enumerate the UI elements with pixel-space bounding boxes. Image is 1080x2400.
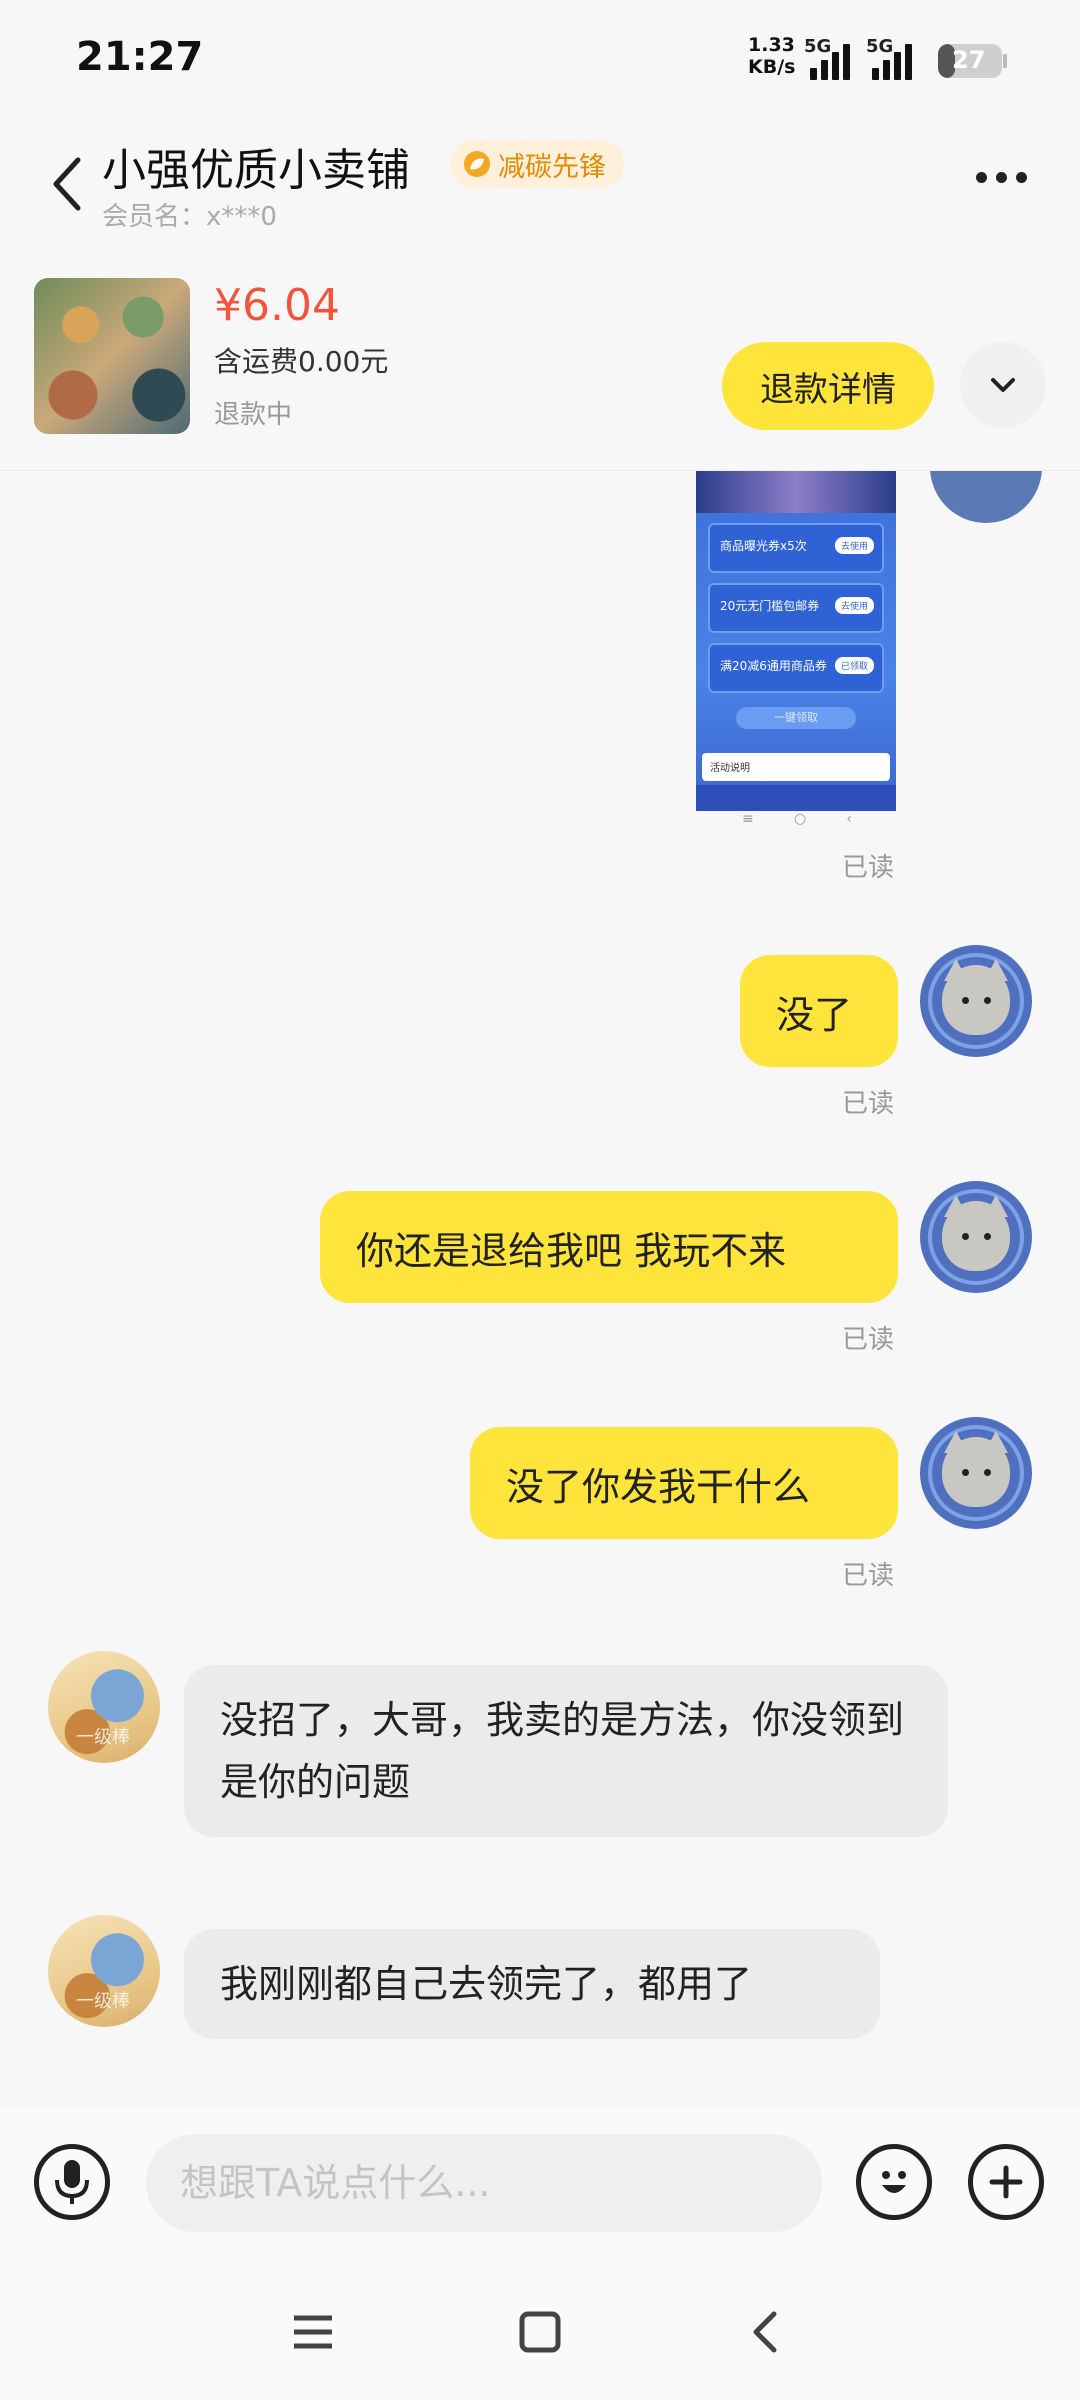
- seller-avatar[interactable]: 一级棒: [48, 1915, 160, 2027]
- message-bubble-other[interactable]: 没招了，大哥，我卖的是方法，你没领到是你的问题: [184, 1665, 948, 1837]
- message-bubble-me[interactable]: 你还是退给我吧 我玩不来: [320, 1191, 898, 1303]
- input-bar: [0, 2110, 1080, 2260]
- back-icon[interactable]: [48, 154, 88, 214]
- system-nav-bar: [0, 2260, 1080, 2400]
- emoji-icon[interactable]: [856, 2144, 932, 2220]
- status-bar: 21:27 1.33 KB/s 5G 5G 27: [0, 0, 1080, 120]
- my-avatar[interactable]: [920, 945, 1032, 1057]
- microphone-icon[interactable]: [34, 2144, 110, 2220]
- coupon-item: 20元无门槛包邮券 去使用: [708, 583, 884, 633]
- read-receipt: 已读: [842, 1325, 895, 1355]
- product-thumbnail[interactable]: [34, 278, 190, 434]
- shipping-fee: 含运费0.00元: [214, 345, 389, 378]
- refund-status: 退款中: [214, 400, 293, 430]
- my-avatar[interactable]: [920, 1181, 1032, 1293]
- message-bubble-me[interactable]: 没了: [740, 955, 898, 1067]
- battery-icon: 27: [938, 44, 1002, 78]
- read-receipt: 已读: [842, 853, 895, 883]
- read-receipt: 已读: [842, 1561, 895, 1591]
- status-time: 21:27: [76, 34, 204, 80]
- more-options-icon[interactable]: [976, 172, 1036, 192]
- chevron-down-icon[interactable]: [960, 342, 1046, 428]
- menu-icon[interactable]: [286, 2308, 346, 2358]
- coupon-item: 商品曝光券x5次 去使用: [708, 523, 884, 573]
- my-avatar[interactable]: [930, 471, 1042, 523]
- message-bubble-me[interactable]: 没了你发我干什么: [470, 1427, 898, 1539]
- seller-avatar[interactable]: 一级棒: [48, 1651, 160, 1763]
- product-price: ¥6.04: [214, 280, 340, 331]
- read-receipt: 已读: [842, 1089, 895, 1119]
- preview-nav: ≡ ○ ‹: [742, 811, 852, 827]
- network-speed: 1.33 KB/s: [748, 34, 796, 78]
- back-nav-icon[interactable]: [740, 2308, 800, 2358]
- signal-icon-2: 5G: [866, 36, 912, 80]
- eco-badge[interactable]: 减碳先锋: [450, 140, 624, 188]
- message-bubble-other[interactable]: 我刚刚都自己去领完了，都用了: [184, 1929, 880, 2039]
- home-icon[interactable]: [510, 2308, 570, 2358]
- my-avatar[interactable]: [920, 1417, 1032, 1529]
- plus-icon[interactable]: [968, 2144, 1044, 2220]
- chat-area[interactable]: 商品曝光券x5次 去使用 20元无门槛包邮券 去使用 满20减6通用商品券 已领取 一…: [0, 471, 1080, 2111]
- refund-details-button[interactable]: 退款详情: [722, 342, 934, 430]
- member-name: 会员名：x***0: [102, 202, 277, 232]
- message-input[interactable]: [146, 2134, 822, 2232]
- leaf-icon: [464, 151, 490, 177]
- coupon-item: 满20减6通用商品券 已领取: [708, 643, 884, 693]
- signal-icon: 5G: [804, 36, 850, 80]
- shop-name[interactable]: 小强优质小卖铺: [102, 134, 410, 198]
- chat-header: 小强优质小卖铺 减碳先锋 会员名：x***0: [0, 120, 1080, 240]
- order-card[interactable]: ¥6.04 含运费0.00元 退款中 退款详情: [0, 262, 1080, 471]
- image-message[interactable]: 商品曝光券x5次 去使用 20元无门槛包邮券 去使用 满20减6通用商品券 已领取 一…: [696, 471, 896, 811]
